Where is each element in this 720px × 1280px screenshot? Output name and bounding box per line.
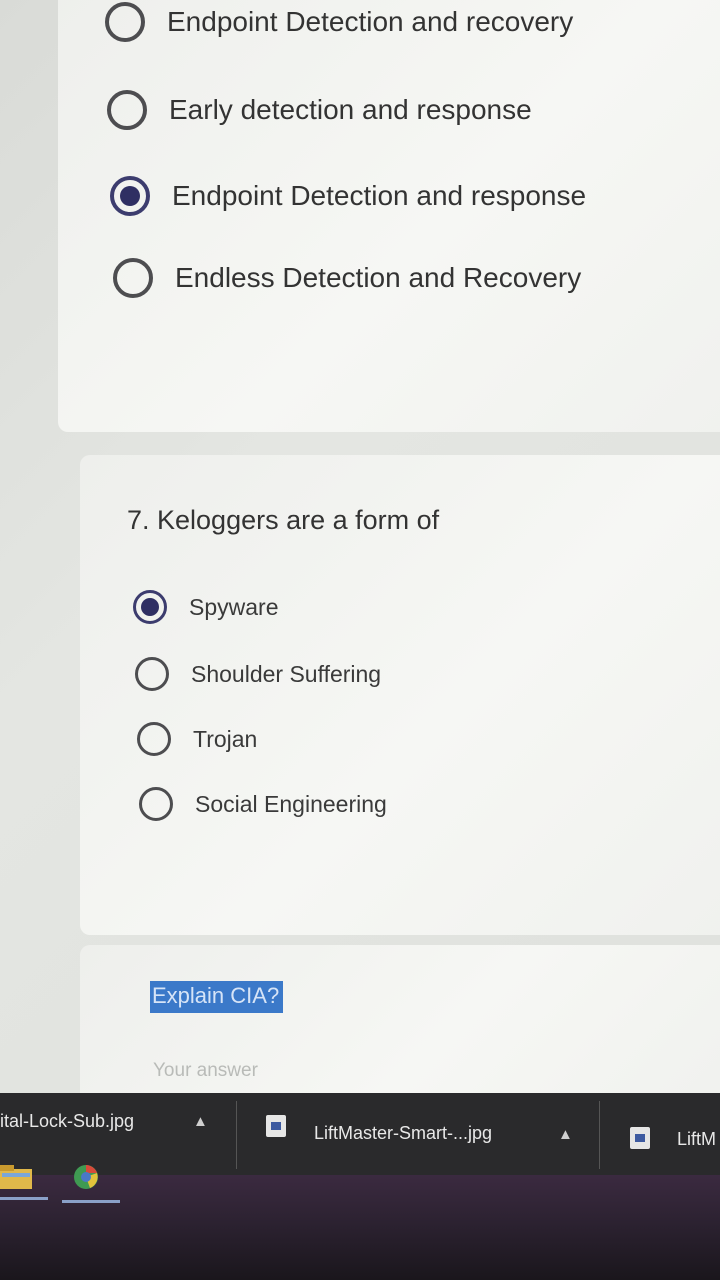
option-label: Trojan: [193, 725, 258, 752]
option-early-detection-response[interactable]: Early detection and response: [107, 90, 532, 130]
divider: [236, 1101, 237, 1169]
option-label: Shoulder Suffering: [191, 660, 382, 687]
option-label: Spyware: [189, 593, 279, 620]
option-endpoint-detection-recovery[interactable]: Endpoint Detection and recovery: [105, 2, 573, 42]
download-filename[interactable]: LiftM: [677, 1129, 716, 1150]
active-app-indicator: [62, 1200, 120, 1203]
download-filename[interactable]: LiftMaster-Smart-...jpg: [314, 1123, 492, 1144]
option-label: Endpoint Detection and recovery: [167, 6, 574, 37]
option-trojan[interactable]: Trojan: [137, 722, 257, 756]
active-app-indicator: [0, 1197, 48, 1200]
radio-unchecked-icon[interactable]: [137, 722, 171, 756]
option-shoulder-suffering[interactable]: Shoulder Suffering: [135, 657, 381, 691]
option-label: Endless Detection and Recovery: [175, 262, 582, 293]
radio-unchecked-icon[interactable]: [135, 657, 169, 691]
option-endless-detection-recovery[interactable]: Endless Detection and Recovery: [113, 258, 581, 298]
radio-unchecked-icon[interactable]: [139, 787, 173, 821]
radio-unchecked-icon[interactable]: [107, 90, 147, 130]
option-label: Early detection and response: [169, 94, 532, 125]
question-card-8: [80, 945, 720, 1115]
os-taskbar: [0, 1165, 720, 1280]
option-spyware[interactable]: Spyware: [133, 590, 278, 624]
question-card-previous: [58, 0, 720, 432]
divider: [599, 1101, 600, 1169]
option-label: Social Engineering: [195, 790, 387, 817]
radio-checked-icon[interactable]: [110, 176, 150, 216]
option-social-engineering[interactable]: Social Engineering: [139, 787, 387, 821]
download-filename: ital-Lock-Sub.jpg: [0, 1111, 135, 1131]
browser-viewport: Endpoint Detection and recovery Early de…: [0, 0, 720, 1115]
image-file-icon: [266, 1115, 286, 1137]
chrome-icon[interactable]: [68, 1163, 104, 1191]
file-explorer-icon[interactable]: [0, 1163, 34, 1191]
answer-input[interactable]: Your answer: [153, 1060, 258, 1082]
radio-checked-icon[interactable]: [133, 590, 167, 624]
option-label: Endpoint Detection and response: [172, 180, 587, 211]
downloads-bar: ital-Lock-Sub.jpg ▲ LiftMaster-Smart-...…: [0, 1093, 720, 1175]
chevron-up-icon[interactable]: ▲: [558, 1126, 573, 1143]
option-endpoint-detection-response[interactable]: Endpoint Detection and response: [110, 176, 586, 216]
chevron-up-icon[interactable]: ▲: [193, 1113, 208, 1130]
radio-unchecked-icon[interactable]: [113, 258, 153, 298]
question-title: 7. Keloggers are a form of: [127, 505, 440, 535]
image-file-icon: [630, 1127, 650, 1149]
question-title-selected: Explain CIA?: [150, 981, 284, 1013]
radio-unchecked-icon[interactable]: [105, 2, 145, 42]
